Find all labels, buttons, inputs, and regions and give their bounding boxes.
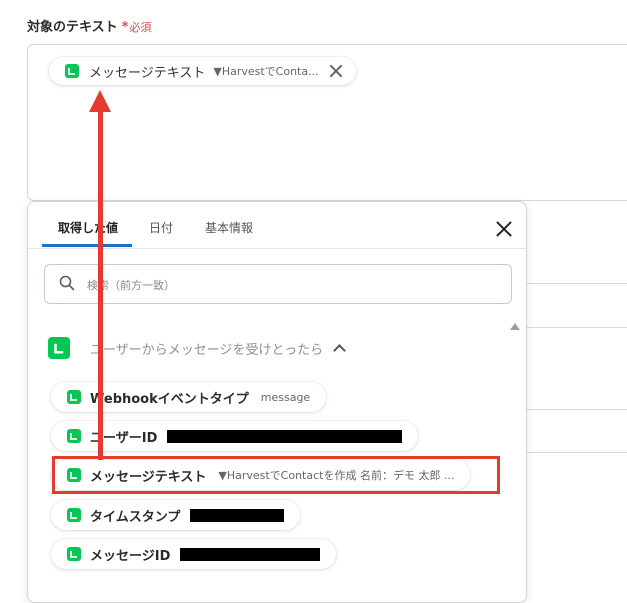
redacted-value [180,547,321,561]
item-name: メッセージID [90,548,171,564]
chevron-up-icon[interactable] [333,343,346,357]
line-app-icon [67,390,81,404]
trigger-section-header[interactable]: ユーザーからメッセージを受けとったら [48,337,346,359]
line-app-icon [67,429,81,443]
tab-date[interactable]: 日付 [149,219,173,236]
line-app-icon [67,508,81,522]
annotation-arrow-head [89,90,111,112]
search-icon [59,275,75,291]
value-item-message-id[interactable]: メッセージID [51,539,337,569]
required-star: * [121,20,129,35]
chip-meta: ▼HarvestでConta... [213,65,319,78]
bg-divider [525,283,627,284]
search-input[interactable] [85,274,489,296]
line-app-icon [48,337,70,359]
item-name: タイムスタンプ [90,509,181,525]
redacted-value [167,429,403,443]
annotation-highlight-box [52,456,500,494]
value-item-timestamp[interactable]: タイムスタンプ [51,500,301,530]
required-text: 必須 [129,21,152,34]
close-icon[interactable] [329,64,343,78]
bg-divider [525,452,627,453]
value-item-webhook-event-type[interactable]: Webhookイベントタイプ message [51,382,327,412]
chip-name: メッセージテキスト [89,65,206,81]
scroll-up-icon[interactable] [510,323,520,330]
search-box [44,264,512,304]
item-meta: message [260,390,311,404]
close-icon[interactable] [496,221,512,237]
value-item-user-id[interactable]: ユーザーID [51,421,419,451]
line-app-icon [65,64,79,78]
field-label: 対象のテキスト *必須 [27,16,151,35]
active-tab-indicator [42,244,132,247]
section-label: ユーザーからメッセージを受けとったら [90,342,324,358]
line-app-icon [67,547,81,561]
tab-basic-info[interactable]: 基本情報 [205,219,253,236]
field-label-text: 対象のテキスト [27,20,118,35]
annotation-arrow [98,110,103,460]
selected-value-chip[interactable]: メッセージテキスト ▼HarvestでConta... [49,57,356,85]
bg-divider [525,409,627,410]
bg-divider [525,327,627,328]
item-name: Webhookイベントタイプ [90,391,249,407]
tab-acquired-values[interactable]: 取得した値 [58,219,118,236]
redacted-value [190,508,285,522]
